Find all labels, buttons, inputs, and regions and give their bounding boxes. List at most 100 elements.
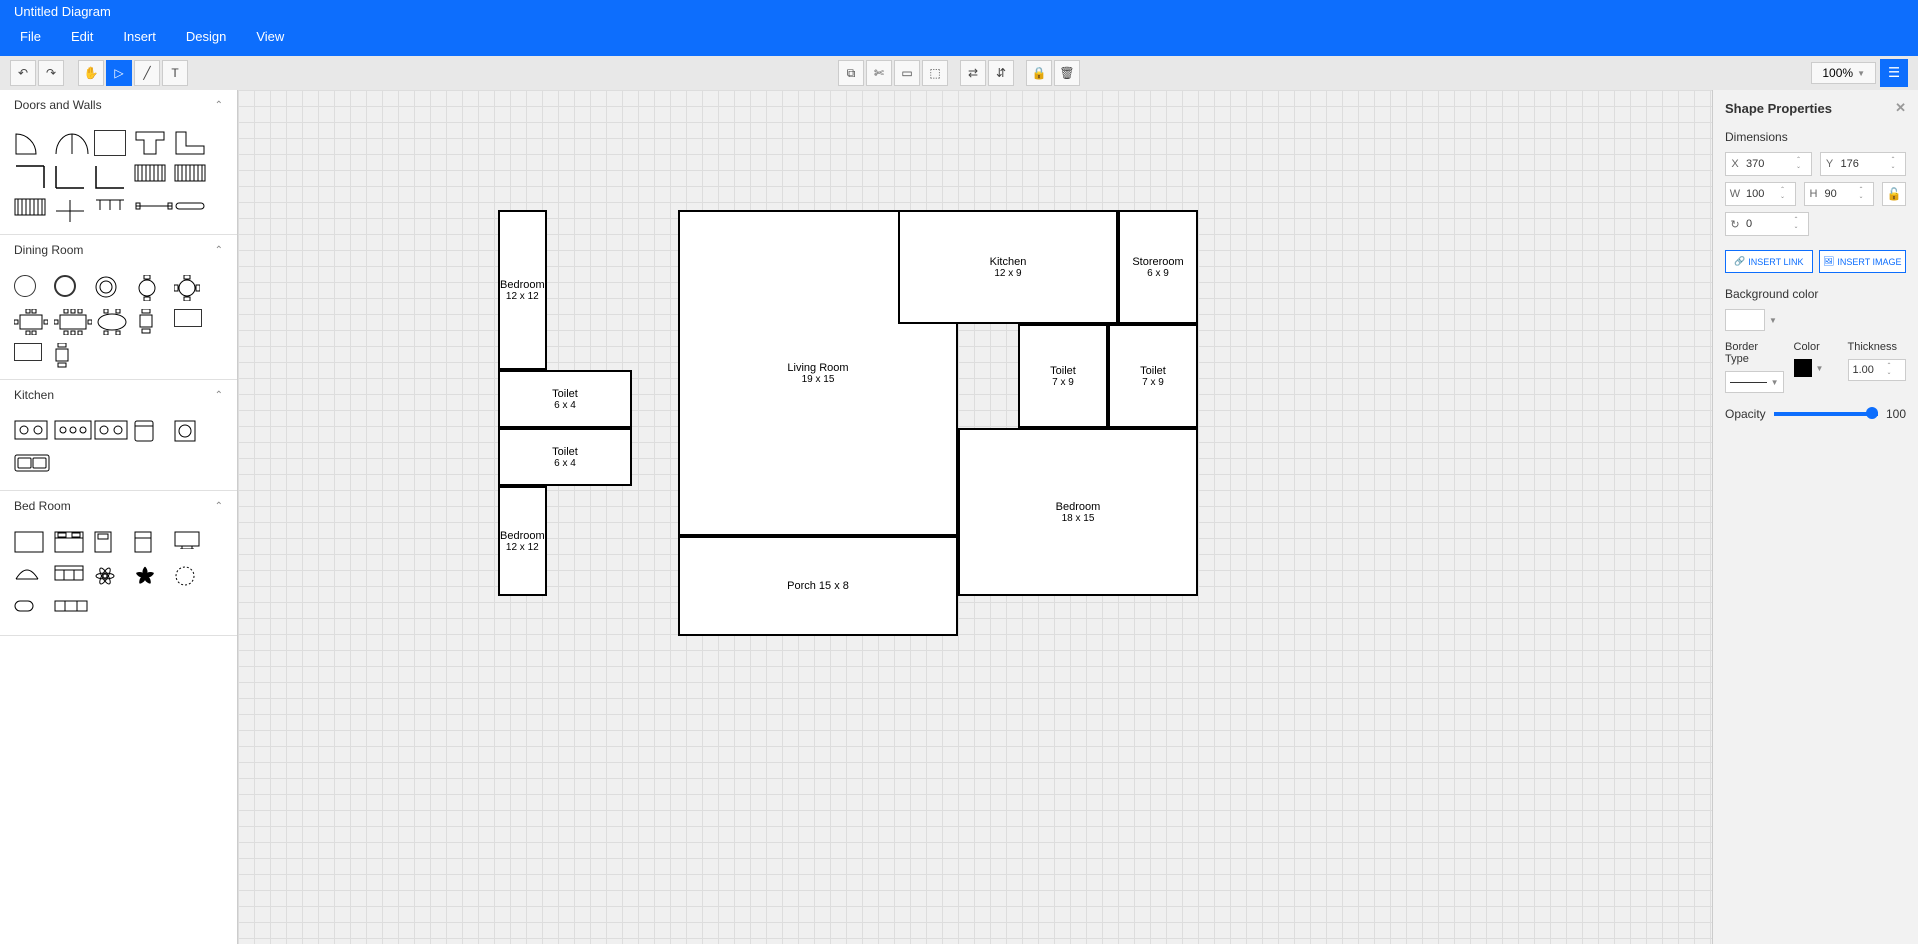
shape-corner-l[interactable]	[174, 130, 206, 156]
paste-button[interactable]: ▭	[894, 60, 920, 86]
copy-button[interactable]: ⧉	[838, 60, 864, 86]
shape-plain-rect[interactable]	[174, 309, 202, 327]
shape-lamp[interactable]	[14, 565, 46, 591]
shape-circle1[interactable]	[14, 275, 46, 301]
room-toilet2[interactable]: Toilet6 x 4	[498, 428, 632, 486]
shape-dresser[interactable]	[54, 599, 86, 625]
bgcolor-label: Background color	[1725, 287, 1906, 301]
shape-door-swing[interactable]	[14, 130, 46, 156]
shape-table-legs[interactable]	[94, 198, 126, 224]
room-bedroom3[interactable]: Bedroom18 x 15	[958, 428, 1198, 596]
undo-button[interactable]: ↶	[10, 60, 36, 86]
shape-tee[interactable]	[134, 130, 166, 156]
floorplan[interactable]: Bedroom12 x 12 Toilet6 x 4 Toilet6 x 4 B…	[498, 210, 1198, 640]
menu-view[interactable]: View	[256, 29, 284, 44]
shape-corner-line2[interactable]	[54, 164, 86, 190]
bordertype-dropdown[interactable]: ▼	[1725, 371, 1784, 393]
room-bedroom2[interactable]: Bedroom12 x 12	[498, 486, 547, 596]
menubar: File Edit Insert Design View	[0, 23, 1918, 50]
room-porch[interactable]: Porch 15 x 8	[678, 536, 958, 636]
thickness-input[interactable]: 1.00⌃⌄	[1848, 359, 1907, 381]
group-button[interactable]: ⬚	[922, 60, 948, 86]
shape-table-oval[interactable]	[94, 309, 126, 335]
shape-sidebar[interactable]: Doors and Walls⌃ Dining Room⌃	[0, 90, 238, 944]
shape-bed-single2[interactable]	[134, 531, 166, 557]
x-input[interactable]: X370⌃⌄	[1725, 152, 1812, 176]
pointer-button[interactable]: ▷	[106, 60, 132, 86]
shape-fan2[interactable]	[134, 565, 166, 591]
insert-image-button[interactable]: 🖼INSERT IMAGE	[1819, 250, 1907, 273]
room-bedroom1[interactable]: Bedroom12 x 12	[498, 210, 547, 370]
room-toilet1[interactable]: Toilet6 x 4	[498, 370, 632, 428]
menu-design[interactable]: Design	[186, 29, 226, 44]
shape-hatch1[interactable]	[134, 164, 166, 190]
shape-tv[interactable]	[174, 531, 206, 557]
cut-button[interactable]: ✄	[866, 60, 892, 86]
category-dining-room[interactable]: Dining Room⌃	[0, 235, 237, 265]
chevron-up-icon: ⌃	[215, 245, 223, 256]
shape-chair1[interactable]	[134, 309, 166, 335]
opacity-slider[interactable]	[1774, 412, 1878, 416]
room-storeroom[interactable]: Storeroom6 x 9	[1118, 210, 1198, 324]
aspect-lock-button[interactable]: 🔓	[1882, 182, 1906, 206]
shape-chair2[interactable]	[50, 343, 82, 369]
shape-fan1[interactable]	[94, 565, 126, 591]
shape-hatch2[interactable]	[174, 164, 206, 190]
shape-table-rect1[interactable]	[14, 309, 46, 335]
pan-button[interactable]: ✋	[78, 60, 104, 86]
insert-link-button[interactable]: 🔗INSERT LINK	[1725, 250, 1813, 273]
shape-wardrobe[interactable]	[54, 565, 86, 591]
h-input[interactable]: H90⌃⌄	[1804, 182, 1875, 206]
canvas[interactable]: Bedroom12 x 12 Toilet6 x 4 Toilet6 x 4 B…	[238, 90, 1712, 944]
menu-insert[interactable]: Insert	[123, 29, 156, 44]
menu-file[interactable]: File	[20, 29, 41, 44]
shape-bed-single1[interactable]	[94, 531, 126, 557]
y-input[interactable]: Y176⌃⌄	[1820, 152, 1907, 176]
shape-bed-double[interactable]	[14, 531, 46, 557]
rotation-input[interactable]: ↻0⌃⌄	[1725, 212, 1809, 236]
shape-cross[interactable]	[54, 198, 86, 224]
shape-window-line[interactable]	[134, 198, 166, 224]
shape-wash[interactable]	[174, 420, 206, 446]
w-input[interactable]: W100⌃⌄	[1725, 182, 1796, 206]
shape-rect[interactable]	[94, 130, 126, 156]
shape-plain-rect2[interactable]	[14, 343, 42, 361]
room-kitchen[interactable]: Kitchen12 x 9	[898, 210, 1118, 324]
text-button[interactable]: T	[162, 60, 188, 86]
shape-corner-line1[interactable]	[14, 164, 46, 190]
category-bedroom[interactable]: Bed Room⌃	[0, 491, 237, 521]
shape-hatch3[interactable]	[14, 198, 46, 224]
category-doors-walls[interactable]: Doors and Walls⌃	[0, 90, 237, 120]
shape-pill[interactable]	[14, 599, 46, 625]
shape-stove3[interactable]	[94, 420, 126, 446]
shape-plant[interactable]	[174, 565, 206, 591]
delete-button[interactable]: 🗑	[1054, 60, 1080, 86]
shape-sink[interactable]	[14, 454, 46, 480]
shape-stove2[interactable]	[54, 420, 86, 446]
shape-stove1[interactable]	[14, 420, 46, 446]
close-icon[interactable]: ✕	[1895, 100, 1906, 116]
room-toilet4[interactable]: Toilet7 x 9	[1108, 324, 1198, 428]
shape-table-rect2[interactable]	[54, 309, 86, 335]
menu-edit[interactable]: Edit	[71, 29, 93, 44]
zoom-dropdown[interactable]: 100%▼	[1811, 62, 1876, 84]
shape-fridge[interactable]	[134, 420, 166, 446]
line-button[interactable]: ╱	[134, 60, 160, 86]
lock-button[interactable]: 🔒	[1026, 60, 1052, 86]
settings-button[interactable]: ☰	[1880, 59, 1908, 87]
shape-circle3[interactable]	[94, 275, 126, 301]
shape-circle2[interactable]	[54, 275, 86, 301]
shape-table-round1[interactable]	[134, 275, 166, 301]
shape-corner-line3[interactable]	[94, 164, 126, 190]
flip-h-button[interactable]: ⇄	[960, 60, 986, 86]
redo-button[interactable]: ↷	[38, 60, 64, 86]
shape-bed-double2[interactable]	[54, 531, 86, 557]
shape-table-round2[interactable]	[174, 275, 206, 301]
shape-double-door[interactable]	[54, 130, 86, 156]
room-toilet3[interactable]: Toilet7 x 9	[1018, 324, 1108, 428]
bgcolor-picker[interactable]: ▼	[1725, 309, 1906, 331]
shape-slot[interactable]	[174, 198, 206, 224]
bordercolor-picker[interactable]: ▼	[1794, 359, 1838, 377]
category-kitchen[interactable]: Kitchen⌃	[0, 380, 237, 410]
flip-v-button[interactable]: ⇵	[988, 60, 1014, 86]
